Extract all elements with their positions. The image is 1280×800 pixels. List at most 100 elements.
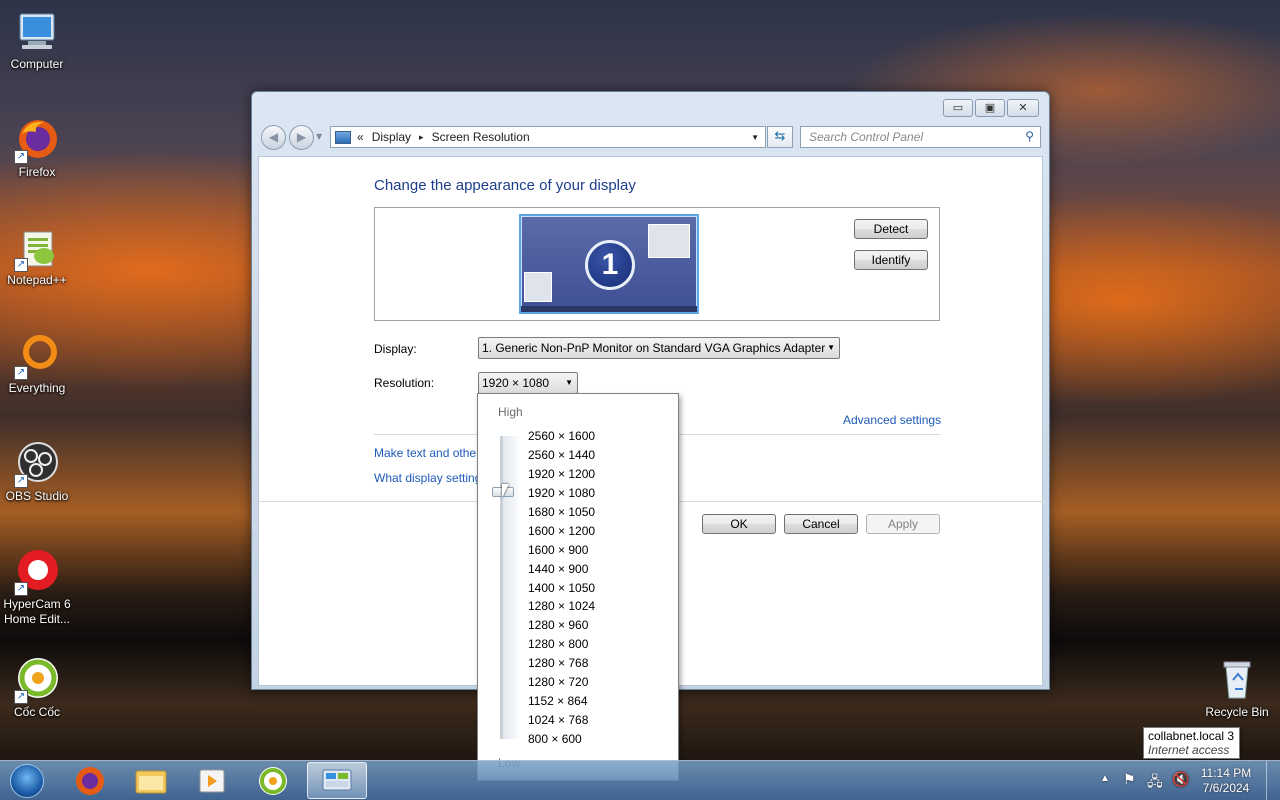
desktop-icon-obs[interactable]: ↗ OBS Studio [0, 434, 74, 504]
taskbar-control-panel[interactable] [307, 762, 367, 799]
resolution-option[interactable]: 1600 × 1200 [528, 524, 595, 538]
resolution-slider-track[interactable] [500, 436, 518, 739]
desktop-icon-label: Everything [8, 381, 66, 395]
desktop-icon-label: Firefox [18, 165, 56, 179]
address-overflow[interactable]: « [357, 130, 364, 144]
shortcut-arrow-icon: ↗ [14, 474, 28, 488]
resolution-select-value: 1920 × 1080 [482, 376, 550, 390]
resolution-option[interactable]: 1280 × 720 [528, 675, 588, 689]
breadcrumb-display[interactable]: Display [372, 130, 411, 144]
close-icon: ✕ [1018, 101, 1028, 114]
monitor-window-graphic [524, 272, 552, 302]
refresh-button[interactable]: ⇆ [767, 126, 793, 148]
text-size-link[interactable]: Make text and other [374, 446, 480, 460]
maximize-icon: ▣ [984, 101, 996, 114]
close-button[interactable]: ✕ [1007, 99, 1039, 117]
windows-logo-icon [10, 764, 44, 798]
identify-button[interactable]: Identify [854, 250, 928, 270]
coccoc-icon: ↗ [14, 656, 60, 704]
desktop-icon-firefox[interactable]: ↗ Firefox [0, 110, 74, 180]
shortcut-arrow-icon: ↗ [14, 690, 28, 704]
refresh-icon: ⇆ [774, 129, 786, 144]
monitor-taskbar-graphic [521, 306, 697, 312]
desktop-icon-notepadpp[interactable]: ↗ Notepad++ [0, 218, 74, 288]
control-panel-icon [322, 769, 352, 791]
resolution-option[interactable]: 1440 × 900 [528, 562, 588, 576]
resolution-select[interactable]: 1920 × 1080 ▼ [478, 372, 578, 394]
resolution-option[interactable]: 2560 × 1600 [528, 429, 595, 443]
search-icon[interactable]: ⚲ [1025, 129, 1034, 143]
volume-muted-icon[interactable]: 🔇 [1172, 771, 1189, 800]
resolution-option[interactable]: 2560 × 1440 [528, 448, 595, 462]
resolution-option[interactable]: 800 × 600 [528, 732, 582, 746]
desktop-icon-label: HyperCam 6 Home Edit... [3, 597, 71, 626]
minimize-button[interactable]: ▭ [943, 99, 973, 117]
everything-icon: ↗ [14, 332, 60, 380]
resolution-option[interactable]: 1920 × 1200 [528, 467, 595, 481]
shortcut-arrow-icon: ↗ [14, 258, 28, 272]
resolution-option[interactable]: 1152 × 864 [528, 694, 588, 708]
resolution-option[interactable]: 1680 × 1050 [528, 505, 595, 519]
desktop-icon-computer[interactable]: Computer [0, 2, 74, 72]
show-hidden-icons-button[interactable]: ▲ [1100, 773, 1110, 800]
resolution-option[interactable]: 1024 × 768 [528, 713, 588, 727]
forward-button[interactable]: ▶ [289, 125, 314, 150]
ok-button[interactable]: OK [702, 514, 776, 534]
display-select[interactable]: 1. Generic Non-PnP Monitor on Standard V… [478, 337, 840, 359]
resolution-option[interactable]: 1400 × 1050 [528, 581, 595, 595]
resolution-option[interactable]: 1280 × 1024 [528, 599, 595, 613]
apply-button[interactable]: Apply [866, 514, 940, 534]
breadcrumb-separator-icon[interactable]: ▸ [419, 132, 424, 143]
shortcut-arrow-icon: ↗ [14, 366, 28, 380]
network-tooltip: collabnet.local 3 Internet access [1143, 727, 1240, 759]
obs-icon: ↗ [14, 440, 60, 488]
clock-time: 11:14 PM [1200, 766, 1252, 780]
resolution-option[interactable]: 1600 × 900 [528, 543, 588, 557]
maximize-button[interactable]: ▣ [975, 99, 1005, 117]
show-desktop-button[interactable] [1266, 761, 1280, 800]
tooltip-network-name: collabnet.local 3 [1148, 729, 1235, 743]
breadcrumb-screen-resolution[interactable]: Screen Resolution [432, 130, 530, 144]
cancel-button[interactable]: Cancel [784, 514, 858, 534]
monitor-window-graphic [648, 224, 690, 258]
high-label: High [498, 405, 523, 419]
address-dropdown-icon[interactable]: ▼ [751, 133, 759, 142]
notepadpp-icon: ↗ [14, 224, 60, 272]
display-label: Display: [374, 342, 417, 356]
detect-button[interactable]: Detect [854, 219, 928, 239]
monitor-number-badge: 1 [585, 240, 635, 290]
desktop-icon-hypercam[interactable]: ↗ HyperCam 6 Home Edit... [0, 542, 74, 627]
start-button[interactable] [4, 763, 50, 799]
resolution-option[interactable]: 1280 × 800 [528, 637, 588, 651]
shortcut-arrow-icon: ↗ [14, 582, 28, 596]
taskbar-firefox[interactable] [62, 762, 118, 799]
address-bar[interactable]: « Display ▸ Screen Resolution ▼ [330, 126, 766, 148]
desktop-icon-label: Cốc Cốc [13, 705, 60, 719]
desktop-icon-label: Computer [10, 57, 64, 71]
file-explorer-icon [135, 770, 167, 794]
firefox-icon: ↗ [14, 116, 60, 164]
taskbar-media-player[interactable] [184, 762, 240, 799]
tooltip-network-status: Internet access [1148, 743, 1230, 757]
resolution-option[interactable]: 1920 × 1080 [528, 486, 595, 500]
back-button[interactable]: ◀ [261, 125, 286, 150]
caption-buttons: ▭ ▣ ✕ [943, 99, 1039, 117]
monitor-thumbnail[interactable]: 1 [519, 214, 699, 314]
taskbar-file-explorer[interactable] [123, 762, 179, 799]
desktop-icon-coccoc[interactable]: ↗ Cốc Cốc [0, 650, 74, 720]
mouse-cursor-icon [502, 484, 509, 498]
chevron-down-icon: ▼ [565, 378, 573, 387]
clock[interactable]: 11:14 PM 7/6/2024 [1196, 766, 1256, 800]
desktop-icon-recycle-bin[interactable]: Recycle Bin [1200, 650, 1274, 720]
display-settings-help-link[interactable]: What display setting [374, 471, 481, 485]
network-icon[interactable]: 🖧 [1147, 771, 1163, 800]
resolution-label: Resolution: [374, 376, 435, 390]
resolution-option[interactable]: 1280 × 768 [528, 656, 588, 670]
desktop-icon-everything[interactable]: ↗ Everything [0, 326, 74, 396]
taskbar-coccoc[interactable] [245, 762, 301, 799]
advanced-settings-link[interactable]: Advanced settings [843, 413, 941, 427]
resolution-option[interactable]: 1280 × 960 [528, 618, 588, 632]
recent-pages-dropdown[interactable]: ▼ [316, 132, 322, 141]
search-input[interactable]: Search Control Panel ⚲ [800, 126, 1041, 148]
action-center-flag-icon[interactable]: ⚑ [1123, 771, 1136, 800]
